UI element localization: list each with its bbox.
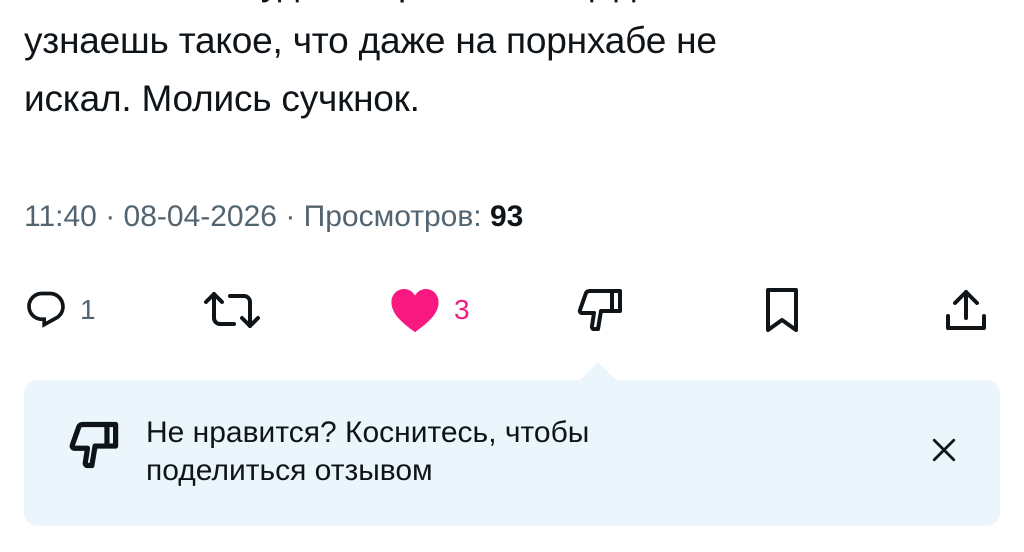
like-count: 3 [454, 294, 470, 325]
like-button[interactable]: 3 [388, 280, 470, 340]
feedback-prompt-line: Не нравится? Коснитесь, чтобы [146, 416, 590, 449]
views-label: Просмотров: [303, 200, 490, 233]
close-button[interactable] [924, 432, 964, 472]
close-icon [931, 437, 957, 468]
retweet-icon [200, 288, 264, 332]
tweet-text-line: мальчик. Ты будешь просить пощады. Ты [24, 0, 1004, 12]
tweet-meta: 11:40 · 08-04-2026 · Просмотров: 93 [24, 200, 523, 234]
share-button[interactable] [944, 280, 988, 340]
tweet-text-line: узнаешь такое, что даже на порнхабе не [24, 20, 717, 61]
tweet-date[interactable]: 08-04-2026 [124, 200, 277, 233]
meta-separator: · [277, 200, 304, 233]
action-bar: 1 3 [0, 280, 1024, 340]
feedback-banner: Не нравится? Коснитесь, чтобы поделиться… [24, 380, 1000, 526]
thumbs-down-icon [576, 285, 624, 335]
share-icon [944, 286, 988, 334]
heart-icon [388, 286, 442, 334]
feedback-prompt-line: поделиться отзывом [146, 454, 433, 487]
thumbs-down-icon [68, 418, 120, 477]
tweet-text-line: искал. Молись сучкнок. [24, 78, 420, 119]
bookmark-button[interactable] [762, 280, 802, 340]
bookmark-icon [762, 286, 802, 334]
reply-button[interactable]: 1 [24, 280, 96, 340]
views-count[interactable]: 93 [490, 200, 523, 233]
banner-pointer [578, 362, 618, 382]
feedback-prompt[interactable]: Не нравится? Коснитесь, чтобы поделиться… [146, 414, 786, 490]
tweet-text: мальчик. Ты будешь просить пощады. Ты уз… [24, 0, 1004, 128]
reply-icon [24, 288, 68, 332]
tweet-time[interactable]: 11:40 [24, 200, 97, 233]
retweet-button[interactable] [200, 280, 264, 340]
meta-separator: · [96, 200, 124, 233]
dislike-button[interactable] [576, 280, 624, 340]
reply-count: 1 [80, 294, 96, 325]
